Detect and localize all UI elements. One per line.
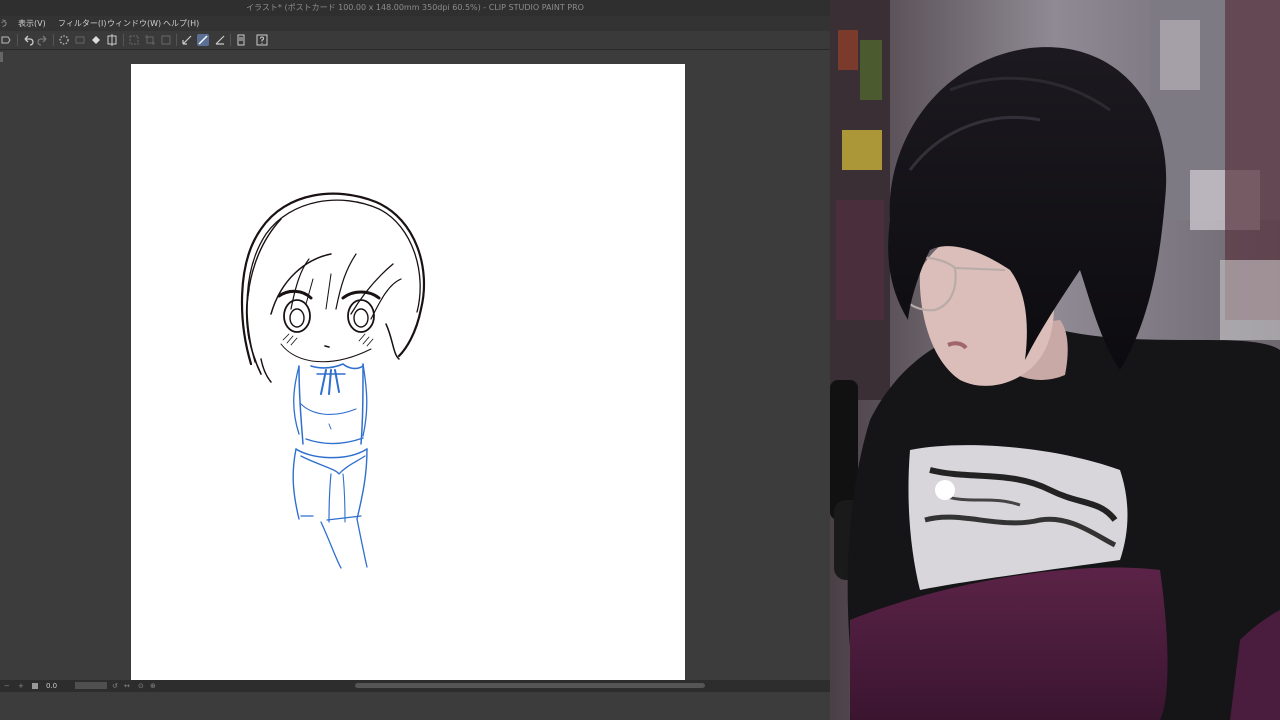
canvas-workspace[interactable] [0,50,830,681]
menu-window[interactable]: ウィンドウ(W) [107,16,161,31]
streamer-photo [830,0,1280,720]
bottom-panel [0,692,830,720]
zoom-out-icon[interactable]: − [4,680,10,692]
transform-icon[interactable] [106,34,118,46]
menu-edge-glyph[interactable]: う [0,16,8,31]
rotate-icon[interactable]: ↺ [112,680,118,692]
menu-filter[interactable]: フィルター(I) [58,16,106,31]
loading-icon[interactable] [58,34,70,46]
clip-studio-window: イラスト* (ポストカード 100.00 x 148.00mm 350dpi 6… [0,0,830,720]
horizontal-scrollbar[interactable] [355,683,705,688]
menu-view[interactable]: 表示(V) [18,16,46,31]
command-bar [0,31,830,50]
stop-icon[interactable] [32,683,38,689]
zoom-slider[interactable] [75,682,107,689]
tool-dropdown-icon[interactable] [1,34,13,46]
reset-icon[interactable]: ⊙ [138,680,144,692]
help-icon[interactable] [256,34,268,46]
window-title: イラスト* (ポストカード 100.00 x 148.00mm 350dpi 6… [0,0,830,16]
flip-icon[interactable]: ↔ [124,680,130,692]
undo-icon[interactable] [22,34,34,46]
menu-help[interactable]: ヘルプ(H) [163,16,199,31]
ruler-marker [0,52,3,62]
clear-icon[interactable] [74,34,86,46]
pen-icon[interactable] [181,34,193,46]
fill-icon[interactable] [90,34,102,46]
blue-body-sketch [292,363,368,569]
menu-bar: う 表示(V) フィルター(I) ウィンドウ(W) ヘルプ(H) [0,16,830,31]
black-head-sketch [240,192,426,383]
drawing-canvas[interactable] [131,64,685,681]
crop-icon[interactable] [144,34,156,46]
layer-icon[interactable] [235,34,247,46]
zoom-value: 0.0 [46,682,58,690]
ruler-icon[interactable] [214,34,226,46]
pen-active-icon[interactable] [197,34,209,46]
fit-icon[interactable]: ⊕ [150,680,156,692]
webcam-feed [830,0,1280,720]
sketch-drawing [240,192,426,569]
selection-icon[interactable] [128,34,140,46]
redo-icon[interactable] [37,34,49,46]
zoom-in-icon[interactable]: + [18,680,24,692]
square-icon[interactable] [160,34,172,46]
